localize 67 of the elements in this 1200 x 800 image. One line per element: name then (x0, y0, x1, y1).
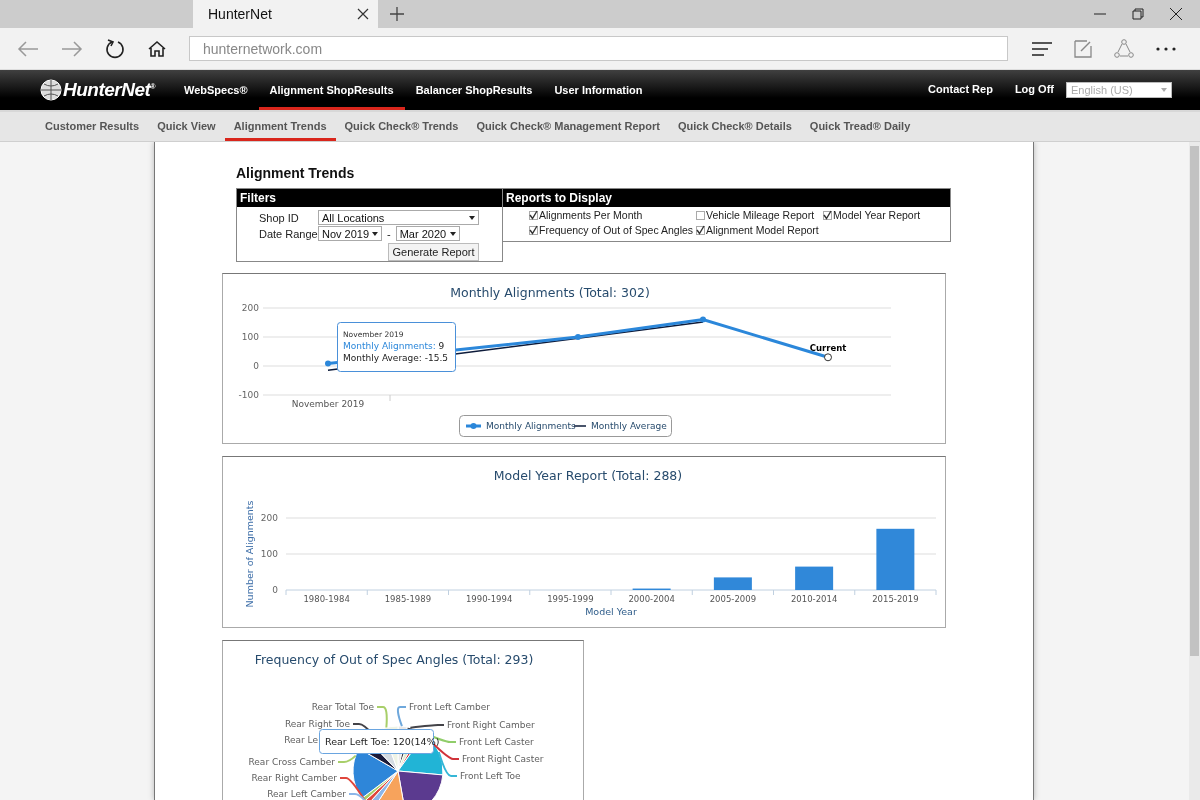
option-label: Alignment Model Report (706, 224, 819, 236)
axis-tick-label: 1980-1984 (303, 594, 350, 604)
field-label: Date Range (259, 227, 318, 240)
slice-label: Rear Cross Camber (248, 757, 335, 767)
tooltip-row: Monthly Average: -15.5 (343, 353, 449, 363)
slice-label: Rear Right Toe (284, 719, 350, 729)
shop-select[interactable]: All Locations (318, 210, 479, 225)
range-separator: - (387, 227, 391, 240)
axis-tick-label: 2005-2009 (709, 594, 757, 604)
logo-wordmark: HunterNet$^{®}$ (63, 79, 155, 101)
option-label: Model Year Report (833, 209, 921, 221)
legend-label: Monthly Alignments (486, 421, 577, 431)
slice-label: Rear Right Camber (251, 773, 337, 783)
date-select[interactable]: Nov 2019 (318, 226, 382, 241)
axis-tick-label: 0 (272, 585, 278, 595)
nav-link[interactable]: WebSpecs® (173, 73, 259, 110)
nav-link[interactable]: Balancer ShopResults (404, 73, 544, 110)
option-label: Alignments Per Month (539, 209, 643, 221)
chart-title: Frequency of Out of Spec Angles (Total: 293) (254, 652, 534, 667)
axis-tick-label: 200 (241, 303, 259, 313)
axis-tick-label: 2015-2019 (872, 594, 919, 604)
axis-tick-label: 200 (260, 513, 278, 523)
axis-tick-label: 0 (253, 361, 259, 371)
axis-tick-label: November 2019 (291, 399, 365, 409)
subnav-tab[interactable]: Quick Check® Details (668, 112, 801, 141)
axis-tick-label: 1985-1989 (384, 594, 432, 604)
panel-header: Reports to Display (503, 189, 950, 207)
option-label: Frequency of Out of Spec Angles (539, 224, 694, 236)
axis-tick-label: 100 (260, 549, 278, 559)
browser-tab[interactable]: HunterNet (193, 0, 378, 28)
slice-label: Front Left Caster (459, 737, 534, 747)
nav-link[interactable]: User Information (543, 73, 654, 110)
slice-label: Front Left Camber (409, 702, 490, 712)
nav-link[interactable]: Contact Rep (917, 82, 1004, 98)
slice-label: Front Right Camber (447, 720, 535, 730)
slice-label: Rear Left Camber (267, 789, 346, 799)
subnav-tab[interactable]: Quick View (148, 112, 225, 141)
field-label: Shop ID (259, 211, 300, 224)
axis-tick-label: 2010-2014 (790, 594, 838, 604)
axis-tick-label: 100 (241, 332, 259, 342)
chart-title: Model Year Report (Total: 288) (493, 468, 683, 483)
axis-title: Number of Alignments (244, 500, 255, 608)
legend-item[interactable]: Monthly Alignments (466, 421, 576, 431)
tooltip-row: Monthly Alignments: 9 (343, 341, 445, 351)
slice-label: Front Left Toe (460, 771, 521, 781)
slice-label: Front Right Caster (462, 754, 544, 764)
subnav-tab[interactable]: Quick Check® Trends (335, 112, 468, 141)
slice-label: Rear Le (284, 735, 318, 745)
slice-label: Rear Total Toe (311, 702, 374, 712)
date-select[interactable]: Mar 2020 (395, 226, 460, 241)
nav-link[interactable]: Log Off (1003, 82, 1065, 98)
axis-title: Model Year (585, 606, 637, 617)
point-annotation: Current (809, 343, 847, 354)
axis-tick-label: -100 (238, 390, 259, 400)
subnav-tab[interactable]: Quick Check® Management Report (467, 112, 669, 141)
axis-tick-label: 1990-1994 (465, 594, 513, 604)
page-title: Alignment Trends (236, 165, 356, 181)
generate-report-button[interactable]: Generate Report (388, 243, 479, 261)
axis-tick-label: 2000-2004 (628, 594, 675, 604)
panel-header: Filters (237, 189, 502, 207)
address-bar[interactable]: hunternetwork.com (189, 36, 1008, 61)
option-label: Vehicle Mileage Report (706, 209, 815, 221)
axis-tick-label: 1995-1999 (547, 594, 594, 604)
subnav-tab[interactable]: Customer Results (36, 112, 149, 141)
legend-label: Monthly Average (591, 421, 668, 431)
chart-title: Monthly Alignments (Total: 302) (450, 285, 650, 300)
subnav-tab[interactable]: Quick Tread® Daily (800, 112, 920, 141)
